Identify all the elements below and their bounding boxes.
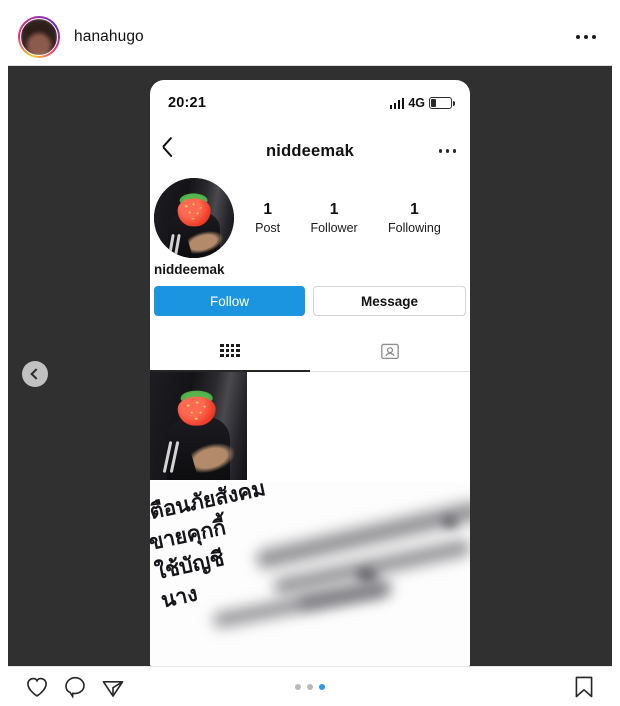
profile-summary: 1 Post 1 Follower 1 Following: [150, 176, 470, 260]
carousel-dot[interactable]: [295, 683, 301, 690]
bookmark-icon[interactable]: [572, 674, 596, 700]
stat-posts[interactable]: 1 Post: [255, 200, 280, 236]
stat-label: Post: [255, 220, 281, 235]
grid-icon: [220, 343, 240, 358]
stat-value: 1: [329, 201, 339, 219]
post-grid: [150, 372, 470, 482]
profile-stats: 1 Post 1 Follower 1 Following: [234, 200, 456, 236]
chevron-left-icon[interactable]: [158, 140, 174, 162]
more-options-icon[interactable]: [574, 29, 598, 45]
phone-status-bar: 20:21 4G: [150, 88, 470, 118]
post-media[interactable]: 20:21 4G niddeemak 1 Post 1 Follower 1 F…: [8, 66, 612, 666]
right-action-group: [572, 674, 596, 700]
stat-label: Following: [388, 220, 441, 235]
network-type-label: 4G: [408, 96, 425, 110]
heart-icon[interactable]: [24, 674, 50, 700]
follow-button[interactable]: Follow: [154, 286, 305, 316]
carousel-dot[interactable]: [307, 683, 313, 690]
tagged-person-icon: [381, 343, 399, 359]
instagram-post-view: hanahugo 20:21 4G niddeemak 1 Post 1 Fol…: [0, 0, 620, 706]
post-username[interactable]: hanahugo: [74, 28, 144, 46]
message-button[interactable]: Message: [313, 286, 466, 316]
carousel-dot-active[interactable]: [319, 683, 325, 690]
comment-bubble-icon[interactable]: [62, 674, 88, 700]
battery-fill: [431, 99, 437, 107]
stat-value: 1: [263, 201, 272, 219]
phone-nav-bar: niddeemak: [150, 132, 470, 170]
stat-followers[interactable]: 1 Follower: [310, 200, 357, 236]
redaction-blur: [442, 516, 458, 528]
page-title: niddeemak: [266, 141, 354, 160]
left-action-group: [24, 674, 126, 700]
profile-display-name: niddeemak: [154, 262, 225, 277]
flyer-text-block: เตือนภัยสังคม ขายคุกกี้ ใช้บัญชี นาง: [150, 482, 287, 617]
share-paper-plane-icon[interactable]: [100, 674, 126, 700]
strawberry-body: [177, 396, 216, 426]
dot: [576, 35, 580, 39]
flyer-image: เตือนภัยสังคม ขายคุกกี้ ใช้บัญชี นาง: [150, 482, 470, 666]
stat-following[interactable]: 1 Following: [388, 200, 441, 236]
dot: [584, 35, 588, 39]
profile-avatar[interactable]: [154, 178, 234, 258]
profile-tabs: [150, 330, 470, 372]
carousel-prev-button[interactable]: [22, 361, 48, 387]
tab-tagged[interactable]: [310, 330, 470, 371]
avatar[interactable]: [18, 16, 60, 58]
strawberry-emoji-icon: [176, 192, 213, 227]
chevron-left-icon: [30, 368, 42, 380]
post-action-bar: [8, 666, 612, 706]
stat-value: 1: [410, 201, 419, 219]
dot: [592, 35, 596, 39]
signal-bars-icon: [389, 97, 405, 109]
post-header: hanahugo: [8, 8, 612, 66]
profile-action-buttons: Follow Message: [154, 286, 466, 316]
status-time: 20:21: [168, 95, 207, 111]
tab-grid[interactable]: [150, 330, 310, 372]
avatar-photo: [21, 19, 57, 55]
status-indicators: 4G: [389, 96, 456, 110]
more-options-icon[interactable]: [438, 149, 456, 153]
redaction-blur: [356, 568, 378, 582]
post-thumbnail[interactable]: [150, 372, 247, 480]
battery-low-icon: [429, 97, 456, 109]
avatar-image: [20, 18, 58, 56]
stat-label: Follower: [310, 220, 358, 235]
strawberry-body: [177, 198, 211, 227]
phone-screenshot-image: 20:21 4G niddeemak 1 Post 1 Follower 1 F…: [150, 80, 470, 666]
strawberry-emoji-icon: [175, 390, 218, 427]
